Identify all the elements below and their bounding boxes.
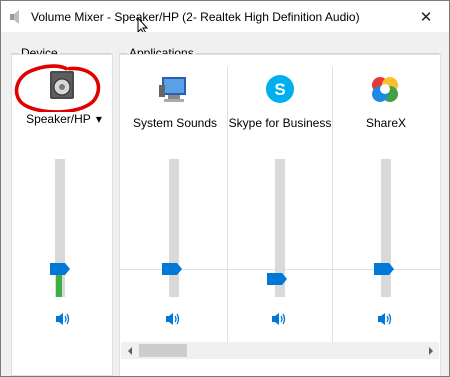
device-peak-meter (56, 273, 62, 297)
skype-icon[interactable]: S (264, 73, 296, 105)
app-label: Skype for Business (228, 116, 332, 130)
app-label: System Sounds (132, 116, 218, 130)
speaker-icon (166, 313, 180, 325)
system-sounds-mute-button[interactable] (164, 311, 182, 327)
system-sounds-icon[interactable] (158, 73, 190, 105)
volume-mixer-window: Volume Mixer - Speaker/HP (2- Realtek Hi… (0, 0, 450, 377)
app-column-skype: S Skype for Business (228, 55, 332, 345)
chevron-down-icon: ▾ (95, 112, 102, 126)
device-name: Speaker/HP (26, 112, 91, 126)
sharex-icon[interactable] (369, 73, 401, 105)
scroll-left-button[interactable] (121, 342, 138, 359)
chevron-right-icon (428, 346, 433, 355)
scrollbar-thumb[interactable] (139, 344, 187, 357)
app-column-sharex: ShareX (333, 55, 439, 345)
device-volume-thumb[interactable] (50, 263, 70, 275)
sharex-mute-button[interactable] (376, 311, 394, 327)
sharex-volume-slider[interactable] (381, 159, 391, 297)
device-mute-button[interactable] (54, 311, 72, 327)
title-bar: Volume Mixer - Speaker/HP (2- Realtek Hi… (1, 1, 449, 32)
speaker-title-icon (10, 10, 19, 24)
speaker-icon (56, 313, 70, 325)
system-sounds-volume-slider[interactable] (169, 159, 179, 297)
applications-panel: System Sounds S Skype for Business Share… (119, 54, 441, 376)
scroll-right-button[interactable] (422, 342, 439, 359)
skype-mute-button[interactable] (270, 311, 288, 327)
app-column-system-sounds: System Sounds (120, 55, 228, 345)
close-icon: ✕ (419, 8, 433, 26)
chevron-left-icon (127, 346, 132, 355)
horizontal-scrollbar[interactable] (121, 342, 439, 359)
app-label: ShareX (365, 116, 407, 130)
sharex-volume-thumb[interactable] (374, 263, 394, 275)
speaker-icon (378, 313, 392, 325)
speaker-icon (272, 313, 286, 325)
svg-text:S: S (274, 80, 285, 99)
window-title: Volume Mixer - Speaker/HP (2- Realtek Hi… (31, 10, 360, 24)
skype-volume-thumb[interactable] (267, 273, 287, 285)
red-annotation-circle (14, 64, 101, 112)
system-sounds-volume-thumb[interactable] (162, 263, 182, 275)
device-selector[interactable]: Speaker/HP ▾ (18, 112, 110, 126)
close-button[interactable]: ✕ (403, 1, 449, 32)
